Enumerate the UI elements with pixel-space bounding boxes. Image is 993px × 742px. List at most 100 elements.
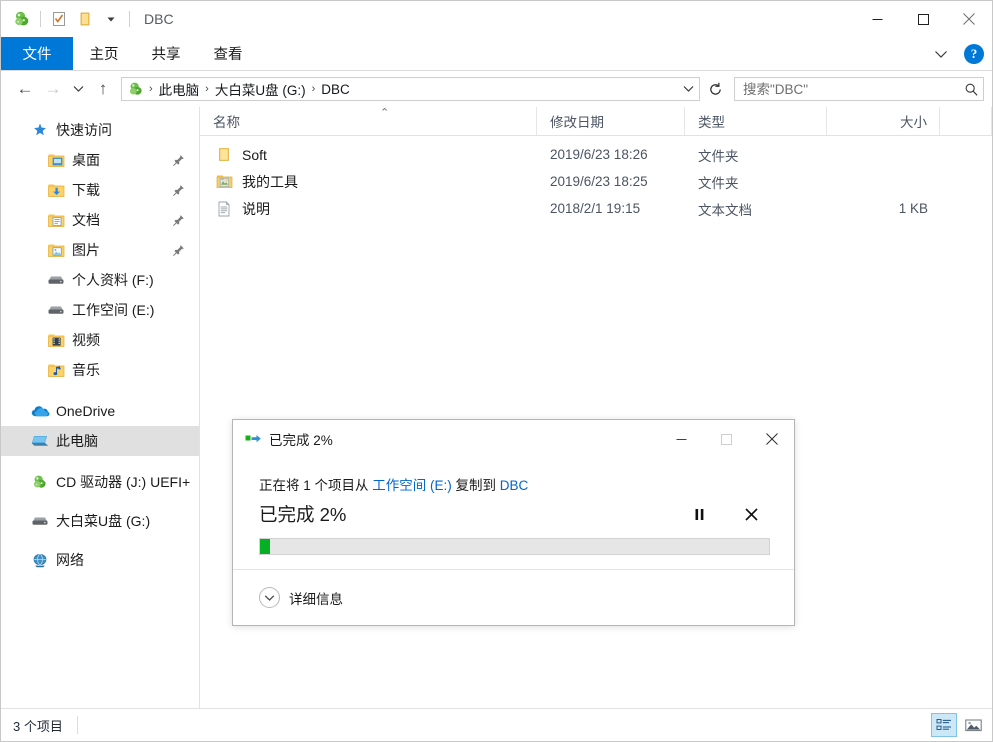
help-button[interactable]: ?	[964, 44, 984, 64]
breadcrumb-item-dbc[interactable]: DBC	[318, 82, 353, 97]
sidebar-item-music[interactable]: 音乐	[1, 355, 199, 385]
sidebar-item-downloads[interactable]: 下载	[1, 175, 199, 205]
sidebar-label-workspace-e: 工作空间 (E:)	[72, 302, 155, 318]
new-folder-icon[interactable]	[72, 6, 98, 32]
column-date[interactable]: 修改日期	[537, 107, 685, 135]
sidebar-label-personal-data-f: 个人资料 (F:)	[72, 272, 154, 288]
videos-folder-icon	[45, 333, 67, 348]
sidebar-item-usb-drive-g[interactable]: 大白菜U盘 (G:)	[1, 506, 199, 536]
minimize-button[interactable]	[854, 1, 900, 37]
pin-icon[interactable]	[172, 244, 193, 257]
refresh-button[interactable]	[702, 76, 728, 102]
sidebar-label-videos: 视频	[72, 332, 100, 348]
customize-dropdown-icon[interactable]	[98, 6, 124, 32]
table-row[interactable]: Soft 2019/6/23 18:26 文件夹	[200, 141, 992, 168]
star-pin-icon	[29, 122, 51, 138]
dialog-message-prefix: 正在将 1 个项目从	[259, 478, 373, 493]
cancel-icon[interactable]	[738, 502, 764, 526]
large-icons-view-button[interactable]	[960, 713, 986, 737]
chevron-down-icon[interactable]	[928, 41, 954, 67]
copy-progress-icon	[243, 433, 263, 446]
row-type-cell: 文件夹	[698, 148, 739, 164]
copy-progress-dialog: 已完成 2% 正在将 1 个项目从 工作空间 (E:) 复制到 DBC 已完成 …	[232, 419, 795, 626]
dialog-destination-link[interactable]: DBC	[500, 478, 529, 493]
details-toggle-button[interactable]: 详细信息	[259, 587, 343, 608]
properties-icon[interactable]	[46, 6, 72, 32]
sidebar-item-desktop[interactable]: 桌面	[1, 145, 199, 175]
table-row[interactable]: 我的工具 2019/6/23 18:25 文件夹	[200, 168, 992, 195]
tab-view[interactable]: 查看	[197, 37, 259, 70]
music-folder-icon	[45, 363, 67, 378]
breadcrumb-separator-2[interactable]: ›	[309, 83, 319, 95]
row-date-cell: 2019/6/23 18:26	[550, 147, 648, 162]
pause-icon[interactable]	[686, 502, 712, 526]
search-input[interactable]	[743, 81, 964, 97]
sidebar-label-downloads: 下载	[72, 182, 100, 198]
sidebar-item-videos[interactable]: 视频	[1, 325, 199, 355]
sort-ascending-icon: ⌃	[380, 107, 390, 119]
column-header-filler[interactable]	[940, 107, 992, 135]
breadcrumb-item-this-pc[interactable]: 此电脑	[156, 79, 203, 99]
close-button[interactable]	[946, 1, 992, 37]
dialog-source-link[interactable]: 工作空间 (E:)	[372, 478, 452, 493]
maximize-button[interactable]	[900, 1, 946, 37]
desktop-folder-icon	[45, 153, 67, 168]
cd-drive-icon	[29, 474, 51, 490]
status-bar: 3 个项目	[1, 708, 992, 741]
row-size-cell: 1 KB	[898, 201, 928, 216]
sidebar-item-workspace-e[interactable]: 工作空间 (E:)	[1, 295, 199, 325]
forward-button[interactable]: →	[39, 75, 67, 103]
back-button[interactable]: ←	[11, 75, 39, 103]
column-size[interactable]: 大小	[827, 107, 940, 135]
sidebar-item-pictures[interactable]: 图片	[1, 235, 199, 265]
details-view-button[interactable]	[931, 713, 957, 737]
sidebar-item-this-pc[interactable]: 此电脑	[1, 426, 199, 456]
text-file-icon	[213, 200, 235, 217]
pin-icon[interactable]	[172, 184, 193, 197]
column-name-label: 名称	[213, 115, 240, 130]
details-view-icon	[936, 719, 951, 731]
dialog-message-middle: 复制到	[451, 478, 500, 493]
breadcrumb-separator-1[interactable]: ›	[202, 83, 212, 95]
dialog-title-text: 已完成 2%	[269, 433, 333, 448]
sidebar-item-personal-data-f[interactable]: 个人资料 (F:)	[1, 265, 199, 295]
sidebar-item-quick-access[interactable]: 快速访问	[1, 115, 199, 145]
sidebar-label-desktop: 桌面	[72, 152, 100, 168]
window-controls	[854, 1, 992, 37]
sidebar-item-documents[interactable]: 文档	[1, 205, 199, 235]
breadcrumb-dropdown-icon[interactable]	[677, 78, 699, 100]
dialog-close-button[interactable]	[749, 420, 794, 458]
sidebar-label-network: 网络	[56, 552, 84, 568]
column-name[interactable]: 名称 ⌃	[200, 107, 537, 135]
ribbon-tab-bar: 文件 主页 共享 查看 ?	[1, 37, 992, 71]
breadcrumb-separator-0[interactable]: ›	[146, 83, 156, 95]
drive-icon	[45, 274, 67, 287]
tab-share[interactable]: 共享	[135, 37, 197, 70]
dialog-message: 正在将 1 个项目从 工作空间 (E:) 复制到 DBC	[259, 474, 770, 494]
dialog-action-buttons	[686, 502, 770, 526]
search-box[interactable]	[734, 77, 984, 101]
app-icon[interactable]	[9, 6, 35, 32]
drive-icon	[45, 304, 67, 317]
details-label: 详细信息	[289, 591, 343, 607]
pin-icon[interactable]	[172, 214, 193, 227]
table-row[interactable]: 说明 2018/2/1 19:15 文本文档 1 KB	[200, 195, 992, 222]
row-type-cell: 文件夹	[698, 175, 739, 191]
pin-icon[interactable]	[172, 154, 193, 167]
sidebar-item-network[interactable]: 网络	[1, 545, 199, 575]
tab-home[interactable]: 主页	[73, 37, 135, 70]
sidebar-item-cd-drive-j[interactable]: CD 驱动器 (J:) UEFI+	[1, 467, 199, 497]
tab-file[interactable]: 文件	[1, 37, 73, 70]
progress-bar-fill	[260, 539, 271, 554]
breadcrumb[interactable]: › 此电脑 › 大白菜U盘 (G:) › DBC	[121, 77, 700, 101]
sidebar-item-onedrive[interactable]: OneDrive	[1, 396, 199, 426]
recent-locations-button[interactable]	[67, 75, 89, 103]
this-pc-icon	[29, 434, 51, 448]
breadcrumb-item-usb-drive[interactable]: 大白菜U盘 (G:)	[212, 79, 309, 99]
search-icon[interactable]	[964, 82, 979, 97]
column-type[interactable]: 类型	[685, 107, 827, 135]
sidebar-label-documents: 文档	[72, 212, 100, 228]
dialog-minimize-button[interactable]	[659, 420, 704, 458]
up-button[interactable]: ↑	[89, 75, 117, 103]
row-date-cell: 2019/6/23 18:25	[550, 174, 648, 189]
